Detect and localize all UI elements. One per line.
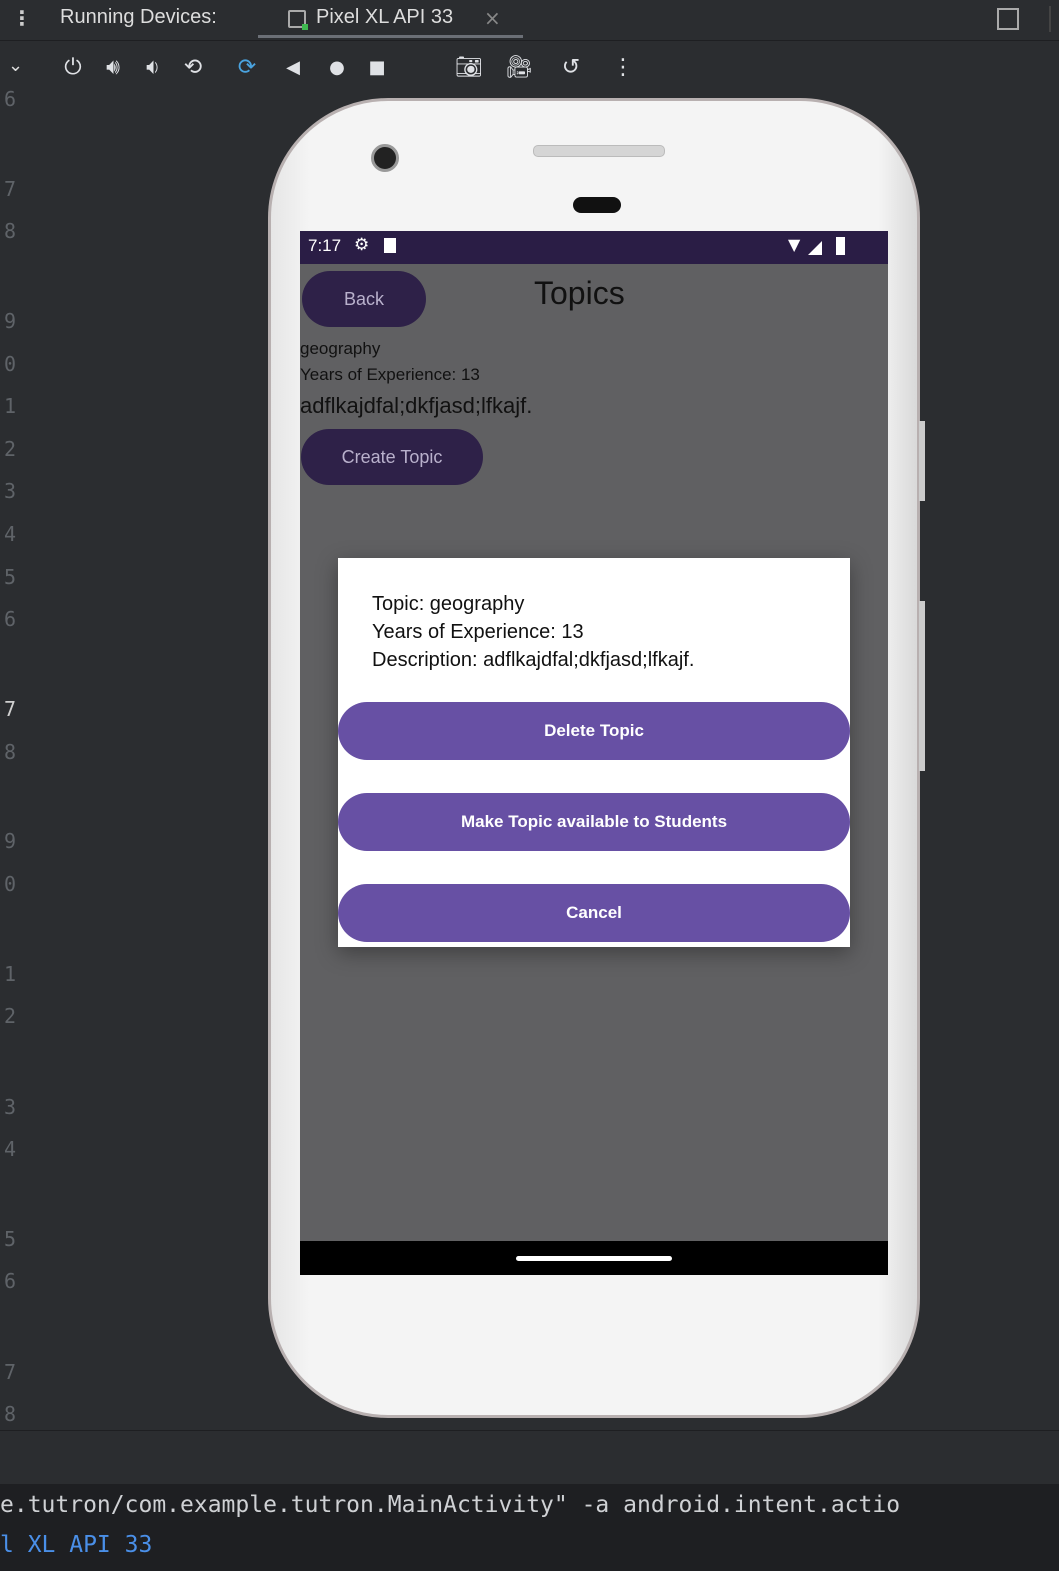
line-number: 5 <box>4 1227 17 1251</box>
dialog-experience: Years of Experience: 13 <box>372 621 584 643</box>
line-number: 2 <box>4 1004 17 1028</box>
line-number: 3 <box>4 479 17 503</box>
page-title: Topics <box>534 275 625 311</box>
power-side-button[interactable] <box>919 421 925 501</box>
reset-icon[interactable]: ↺ <box>556 53 586 83</box>
line-number: 6 <box>4 607 17 631</box>
dialog-description: Description: adflkajdfal;dkfjasd;lfkajf. <box>372 649 695 671</box>
device-icon <box>288 10 308 30</box>
back-button[interactable]: Back <box>302 271 426 327</box>
cancel-button[interactable]: Cancel <box>338 884 850 942</box>
line-number: 8 <box>4 1402 17 1426</box>
screenshot-icon[interactable]: 📷︎ <box>454 53 484 83</box>
line-number: 2 <box>4 437 17 461</box>
android-nav-bar <box>300 1241 888 1275</box>
android-status-bar: 7:17 ⚙ ▼ <box>300 231 888 264</box>
line-number: 1 <box>4 962 17 986</box>
line-number: 0 <box>4 352 17 376</box>
signal-icon <box>808 241 822 255</box>
more-icon[interactable]: ⋮ <box>608 53 638 83</box>
run-console: e.tutron/com.example.tutron.MainActivity… <box>0 1484 1059 1571</box>
options-icon[interactable]: ⋮ <box>12 6 32 30</box>
bottom-tool-strip <box>0 1430 1059 1485</box>
rotate-left-icon[interactable]: ⟲ <box>178 53 208 83</box>
line-number: 7 <box>4 697 17 721</box>
line-number: 4 <box>4 522 17 546</box>
line-number: 9 <box>4 309 17 333</box>
line-number: 9 <box>4 829 17 853</box>
settings-icon: ⚙ <box>354 235 370 255</box>
line-number: 8 <box>4 740 17 764</box>
line-number: 6 <box>4 87 17 111</box>
home-icon[interactable]: ● <box>322 53 352 83</box>
topic-experience[interactable]: Years of Experience: 13 <box>300 365 480 385</box>
line-number: 5 <box>4 565 17 589</box>
line-number: 4 <box>4 1137 17 1161</box>
back-icon[interactable]: ◀ <box>278 53 308 83</box>
line-number: 7 <box>4 1360 17 1384</box>
console-device-link[interactable]: l XL API 33 <box>0 1532 152 1558</box>
speaker-grille <box>533 145 665 157</box>
topic-name[interactable]: geography <box>300 339 380 359</box>
emulator-toolbar: ⌄ ⏻ 🔊︎ 🔉︎ ⟲ ⟳ ◀ ● ■ 📷︎ 🎥︎ ↺ ⋮ <box>0 41 1059 95</box>
tab-pixel-xl[interactable]: Pixel XL API 33 × <box>258 0 523 38</box>
dialog-topic: Topic: geography <box>372 593 525 615</box>
overview-icon[interactable]: ■ <box>362 53 392 83</box>
line-number: 0 <box>4 872 17 896</box>
camera-icon <box>371 144 399 172</box>
line-number: 3 <box>4 1095 17 1119</box>
volume-down-icon[interactable]: 🔉︎ <box>138 53 168 83</box>
running-devices-label: Running Devices: <box>60 6 217 28</box>
battery-icon <box>836 237 845 255</box>
wifi-icon: ▼ <box>788 235 801 254</box>
create-topic-button[interactable]: Create Topic <box>301 429 483 485</box>
active-tab-indicator <box>258 35 523 38</box>
line-number: 1 <box>4 394 17 418</box>
phone-screen: 7:17 ⚙ ▼ Back Topics geography Years of … <box>300 231 888 1275</box>
divider <box>1049 6 1051 32</box>
line-number: 8 <box>4 219 17 243</box>
make-available-button[interactable]: Make Topic available to Students <box>338 793 850 851</box>
status-time: 7:17 <box>308 236 342 255</box>
delete-topic-button[interactable]: Delete Topic <box>338 702 850 760</box>
tab-title: Pixel XL API 33 <box>316 6 454 28</box>
screen-record-icon[interactable]: 🎥︎ <box>504 53 534 83</box>
volume-up-icon[interactable]: 🔊︎ <box>98 53 128 83</box>
editor-gutter: 6 7 8 9 0 1 2 3 4 5 6 7 8 9 0 1 2 3 4 5 6 7 8 <box>0 87 48 1430</box>
line-number: 6 <box>4 1269 17 1293</box>
console-line: e.tutron/com.example.tutron.MainActivity… <box>0 1492 901 1518</box>
proximity-sensor <box>573 197 621 213</box>
volume-side-button[interactable] <box>919 601 925 771</box>
running-devices-tabbar: ⋮ Running Devices: Pixel XL API 33 × <box>0 0 1059 41</box>
topic-description[interactable]: adflkajdfal;dkfjasd;lfkajf. <box>300 393 532 419</box>
chevron-down-icon[interactable]: ⌄ <box>8 55 23 76</box>
close-tab-icon[interactable]: × <box>484 6 501 30</box>
dialog-message: Topic: geography Years of Experience: 13… <box>372 590 694 674</box>
line-number: 7 <box>4 177 17 201</box>
home-gesture-pill[interactable] <box>516 1256 672 1261</box>
rotate-right-icon[interactable]: ⟳ <box>232 53 262 83</box>
window-icon[interactable] <box>997 8 1019 30</box>
sd-card-icon <box>384 238 396 253</box>
power-icon[interactable]: ⏻ <box>58 53 88 83</box>
topic-dialog: Topic: geography Years of Experience: 13… <box>338 558 850 947</box>
